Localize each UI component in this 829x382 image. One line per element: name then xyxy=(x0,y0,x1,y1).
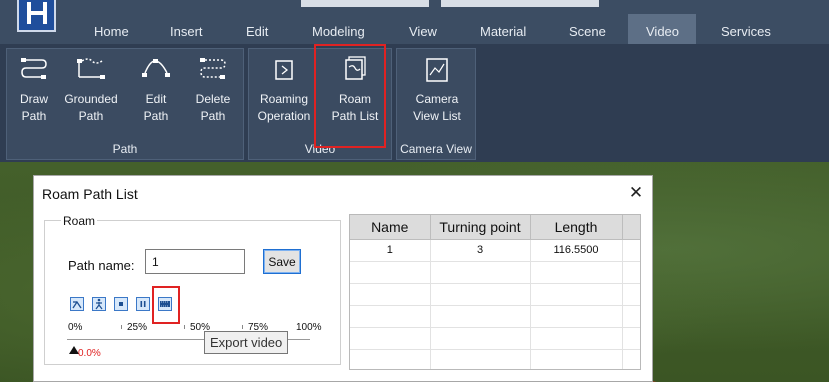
roaming-operation-label: Roaming Operation xyxy=(257,92,311,123)
tab-services[interactable]: Services xyxy=(721,24,771,39)
column-header-filler xyxy=(622,215,640,240)
table-row-empty xyxy=(350,305,640,328)
ribbon-group-path: Draw Path Grounded Path Edit Path Delete… xyxy=(6,48,244,160)
pause-button[interactable] xyxy=(136,297,150,311)
camera-view-list-button[interactable]: Camera View List xyxy=(405,55,469,125)
progress-tick-label: 0% xyxy=(68,322,83,333)
export-video-tooltip: Export video xyxy=(204,331,289,354)
grounded-path-button[interactable]: Grounded Path xyxy=(61,55,121,125)
pause-icon xyxy=(140,301,146,307)
table-row-empty xyxy=(350,327,640,350)
tab-modeling[interactable]: Modeling xyxy=(312,24,365,39)
progress-tick xyxy=(184,325,185,329)
tab-home[interactable]: Home xyxy=(94,24,129,39)
tab-material[interactable]: Material xyxy=(480,24,526,39)
table-row-empty xyxy=(350,283,640,306)
app-logo xyxy=(17,0,56,32)
tab-insert[interactable]: Insert xyxy=(170,24,203,39)
roaming-operation-icon xyxy=(275,60,293,80)
tab-view[interactable]: View xyxy=(409,24,437,39)
draw-path-icon xyxy=(21,58,47,79)
progress-tick xyxy=(242,325,243,329)
cell-name: 1 xyxy=(350,239,431,262)
roam-path-list-highlight xyxy=(314,44,386,148)
column-header-name[interactable]: Name xyxy=(350,215,431,240)
table-row-empty xyxy=(350,349,640,369)
export-video-highlight xyxy=(152,286,180,324)
close-icon[interactable]: ✕ xyxy=(623,180,649,206)
path-name-input[interactable] xyxy=(145,249,245,274)
roam-view-button[interactable] xyxy=(70,297,84,311)
roam-group: Roam xyxy=(44,214,341,365)
dialog-title: Roam Path List xyxy=(42,186,138,202)
draw-path-button[interactable]: Draw Path xyxy=(13,55,55,125)
menu-bar: Home Insert Edit Modeling View Material … xyxy=(0,0,829,44)
toolbar-strip xyxy=(301,0,429,7)
edit-path-icon xyxy=(142,59,170,77)
progress-tick-label: 100% xyxy=(296,322,322,333)
tab-video[interactable]: Video xyxy=(646,24,679,39)
stop-icon xyxy=(119,302,123,306)
ribbon-group-label-camera-view: Camera View xyxy=(400,142,472,156)
ribbon-group-camera-view: Camera View List Camera View xyxy=(396,48,476,160)
path-table: Name Turning point Length 1 3 116.5500 xyxy=(349,214,641,370)
edit-path-button[interactable]: Edit Path xyxy=(139,55,173,125)
path-name-label: Path name: xyxy=(68,258,135,273)
table-header-row: Name Turning point Length xyxy=(350,215,640,240)
cell-filler xyxy=(622,239,640,262)
tab-edit[interactable]: Edit xyxy=(246,24,268,39)
delete-path-button[interactable]: Delete Path xyxy=(189,55,237,125)
table-row[interactable]: 1 3 116.5500 xyxy=(350,239,640,262)
delete-path-label: Delete Path xyxy=(195,92,231,123)
camera-view-list-icon xyxy=(426,58,448,82)
roam-view-icon xyxy=(72,300,82,309)
roam-group-label: Roam xyxy=(61,214,98,228)
roam-path-list-dialog: Roam Path List ✕ Roam Path name: Save 0%… xyxy=(33,175,653,382)
toolbar-strip xyxy=(441,0,599,7)
grounded-path-label: Grounded Path xyxy=(64,92,118,123)
column-header-length[interactable]: Length xyxy=(530,215,623,240)
draw-path-label: Draw Path xyxy=(19,92,48,123)
delete-path-icon xyxy=(200,58,226,79)
progress-value: 0.0% xyxy=(78,348,101,359)
walk-button[interactable] xyxy=(92,297,106,311)
camera-view-list-label: Camera View List xyxy=(413,92,461,123)
table-row-empty xyxy=(350,261,640,284)
save-button[interactable]: Save xyxy=(263,249,301,274)
ribbon: Draw Path Grounded Path Edit Path Delete… xyxy=(0,44,829,162)
tab-scene[interactable]: Scene xyxy=(569,24,606,39)
progress-tick xyxy=(121,325,122,329)
stop-button[interactable] xyxy=(114,297,128,311)
progress-tick-label: 25% xyxy=(127,322,148,333)
cell-turning-point: 3 xyxy=(430,239,531,262)
grounded-path-icon xyxy=(77,58,105,79)
walk-icon xyxy=(95,298,103,310)
cell-length: 116.5500 xyxy=(530,239,623,262)
ribbon-group-label-path: Path xyxy=(112,142,138,156)
edit-path-label: Edit Path xyxy=(143,92,169,123)
roaming-operation-button[interactable]: Roaming Operation xyxy=(253,55,315,125)
column-header-turning-point[interactable]: Turning point xyxy=(430,215,531,240)
